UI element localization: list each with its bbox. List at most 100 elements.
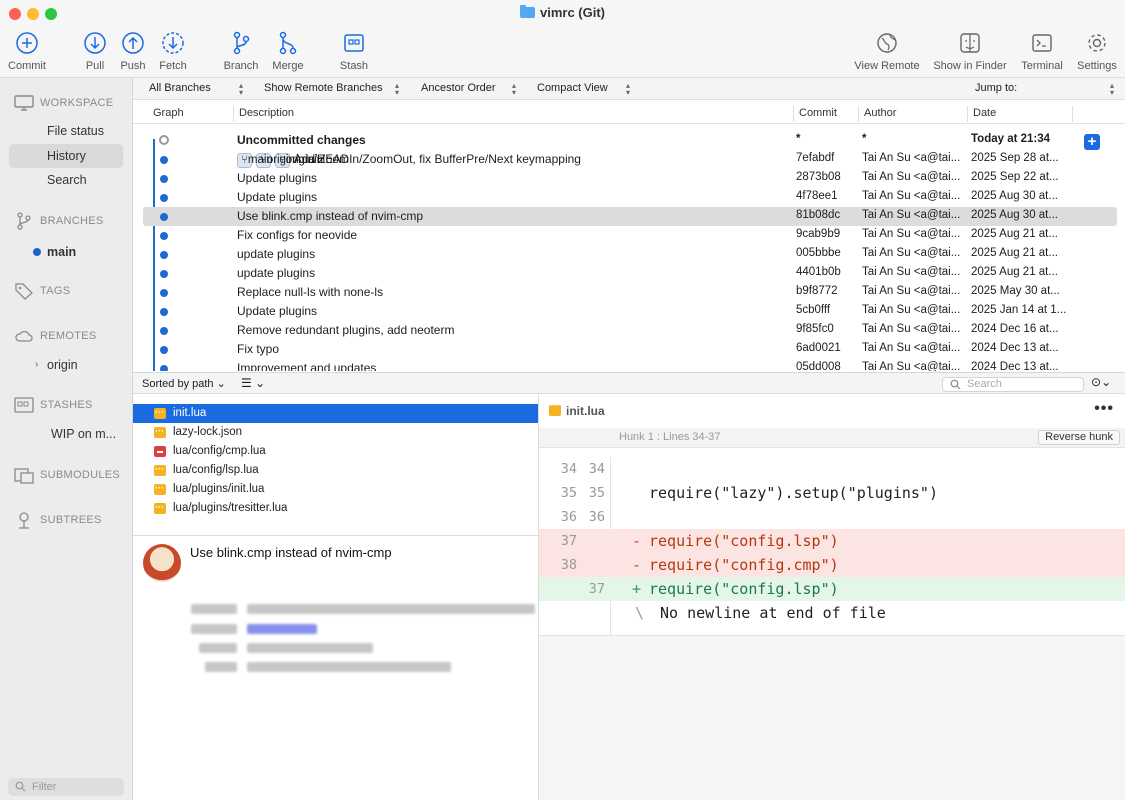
tags-section[interactable]: TAGS [14,282,70,300]
branches-section[interactable]: BRANCHES [14,212,104,230]
table-row[interactable]: ⑂ main ⑂ origin/main ⑂ origin/HEAD Add ZoomIn/… [143,150,1117,169]
commit-date: 2024 Dec 16 at... [971,323,1059,335]
modified-file-icon [154,460,166,479]
diff-line-removed[interactable]: 37 - require("config.lsp") [539,529,1125,553]
view-mode-select[interactable]: Compact View ▴ ▾ [537,82,637,97]
remote-branches-select[interactable]: Show Remote Branches ▴ ▾ [264,82,404,97]
table-row[interactable]: update plugins 4401b0b Tai An Su <a@tai...… [143,264,1117,283]
terminal-button[interactable]: Terminal [1012,30,1072,72]
window-titlebar: vimrc (Git) Commit Pull Push Fetch Branc… [0,0,1125,78]
more-options-icon[interactable]: ••• [1094,400,1114,418]
table-row[interactable]: Remove redundant plugins, add neoterm 9f8… [143,321,1117,340]
commit-author: Tai An Su <a@tai... [862,190,961,202]
file-name: init.lua [173,407,207,419]
submodules-section[interactable]: SUBMODULES [14,466,120,484]
commit-detail-title: Use blink.cmp instead of nvim-cmp [190,545,392,560]
branch-tag-main[interactable]: ⑂ main [237,153,273,168]
sidebar-item-history[interactable]: History [9,144,123,168]
stashes-section[interactable]: STASHES [14,396,93,414]
commit-author: Tai An Su <a@tai... [862,361,961,371]
list-item-file[interactable]: lua/plugins/init.lua [133,479,538,499]
sidebar-item-stash[interactable]: WIP on m... [9,422,123,446]
table-row[interactable]: update plugins 005bbbe Tai An Su <a@tai...… [143,245,1117,264]
modified-file-icon [154,498,166,517]
monitor-icon [14,95,34,111]
diff-header: init.lua ••• [539,394,1125,428]
commit-hash: 2873b08 [796,171,841,183]
diff-line-context: 36 36 [539,505,1125,529]
commit-node [160,232,168,240]
commit-author: Tai An Su <a@tai... [862,247,961,259]
diff-line-added[interactable]: 37 + require("config.lsp") [539,577,1125,601]
push-label: Push [120,60,146,72]
sidebar-item-search[interactable]: Search [9,168,123,192]
sidebar-filter-input[interactable]: Filter [8,778,124,796]
list-item-file-selected[interactable]: init.lua [133,403,538,423]
new-line-number: 37 [588,581,605,597]
ellipsis-circle-icon: ⊙ [1091,375,1102,389]
table-row-selected[interactable]: Use blink.cmp instead of nvim-cmp 81b08dc… [143,207,1117,226]
commit-description: Improvement and updates [237,361,377,371]
merge-button[interactable]: Merge [258,30,318,72]
redacted-parent-link[interactable] [247,624,317,634]
table-row[interactable]: Improvement and updates 05dd008 Tai An Su … [143,359,1117,371]
more-options-button[interactable]: ⊙⌄ [1091,375,1111,389]
date-column-header[interactable]: Date [973,107,996,119]
commit-author: Tai An Su <a@tai... [862,323,961,335]
tags-heading: TAGS [40,285,71,297]
show-in-finder-button[interactable]: Show in Finder [929,30,1011,72]
author-column-header[interactable]: Author [864,107,896,119]
view-remote-button[interactable]: View Remote [852,30,922,72]
pull-label: Pull [85,60,105,72]
list-view-dropdown[interactable]: ☰ ⌄ [241,376,265,390]
list-item-file[interactable]: lua/config/cmp.lua [133,442,538,461]
commit-author: Tai An Su <a@tai... [862,285,961,297]
sort-dropdown[interactable]: Sorted by path ⌄ [142,377,226,390]
table-row[interactable]: Update plugins 4f78ee1 Tai An Su <a@tai...… [143,188,1117,207]
list-item-file[interactable]: lua/config/lsp.lua [133,460,538,480]
subtrees-section[interactable]: SUBTREES [14,511,102,529]
column-divider[interactable] [1072,106,1073,122]
table-row[interactable]: Update plugins 5cb0fff Tai An Su <a@tai...… [143,302,1117,321]
list-item-file[interactable]: lazy-lock.json [133,422,538,442]
column-divider[interactable] [233,106,234,122]
order-select[interactable]: Ancestor Order ▴ ▾ [421,82,521,97]
merge-label: Merge [272,60,304,72]
reverse-hunk-button[interactable]: Reverse hunk [1038,430,1120,445]
diff-text: No newline at end of file [651,604,886,622]
cloud-icon [15,330,33,342]
commit-date: Today at 21:34 [971,133,1051,145]
column-divider[interactable] [967,106,968,122]
commit-author: * [862,133,867,145]
commit-column-header[interactable]: Commit [799,107,837,119]
fetch-button[interactable]: Fetch [143,30,203,72]
commit-row-uncommitted[interactable]: Uncommitted changes * * Today at 21:34 [143,131,1117,150]
list-item-file[interactable]: lua/plugins/tresitter.lua [133,498,538,518]
graph-column-header[interactable]: Graph [153,107,184,119]
column-divider[interactable] [793,106,794,122]
commit-author: Tai An Su <a@tai... [862,342,961,354]
submodules-heading: SUBMODULES [40,469,121,481]
file-name: lua/config/cmp.lua [173,445,266,457]
add-commit-button[interactable]: + [1084,134,1100,150]
table-row[interactable]: Update plugins 2873b08 Tai An Su <a@tai...… [143,169,1117,188]
settings-button[interactable]: Settings [1067,30,1125,72]
sidebar-item-main-branch[interactable]: main [9,240,123,264]
stash-button[interactable]: Stash [324,30,384,72]
table-row[interactable]: Fix configs for neovide 9cab9b9 Tai An Su … [143,226,1117,245]
table-row[interactable]: Fix typo 6ad0021 Tai An Su <a@tai... 2024 D… [143,340,1117,359]
remotes-section[interactable]: REMOTES [14,327,97,345]
sidebar-item-file-status[interactable]: File status [9,119,123,143]
commit-button[interactable]: Commit [0,30,57,72]
commit-date: 2025 May 30 at... [971,285,1060,297]
modified-file-icon [154,422,166,441]
column-divider[interactable] [858,106,859,122]
sidebar-item-origin[interactable]: › origin [9,353,123,377]
commit-table-header: Graph Description Commit Author Date [133,104,1125,124]
description-column-header[interactable]: Description [239,107,294,119]
table-row[interactable]: Replace null-ls with none-ls b9f8772 Tai A… [143,283,1117,302]
file-search-input[interactable]: Search [942,377,1084,392]
diff-line-removed[interactable]: 38 - require("config.cmp") [539,553,1125,577]
jump-to-select[interactable]: Jump to: ▴ ▾ [975,82,1117,97]
branches-filter-select[interactable]: All Branches ▴ ▾ [149,82,259,97]
